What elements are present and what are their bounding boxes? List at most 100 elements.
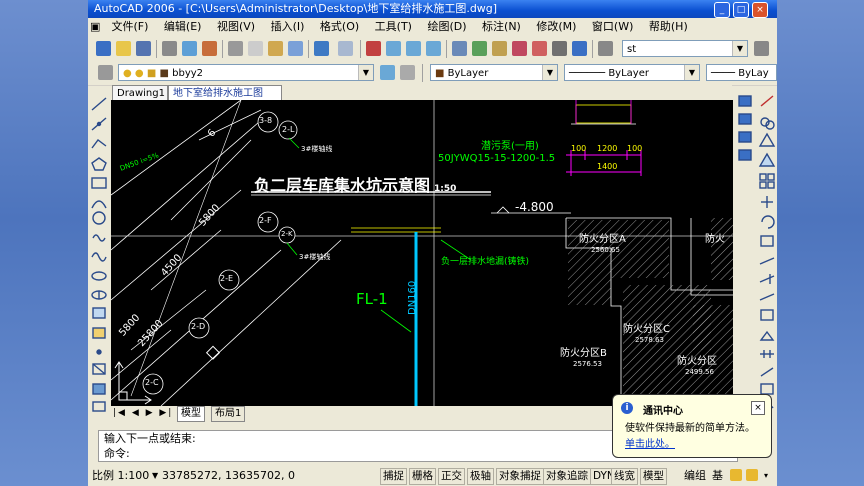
status-bar: 比例 1:100 ▼ 33785272, 13635702, 0 捕捉 栅格 正…: [88, 466, 777, 486]
polar-button[interactable]: 极轴: [467, 468, 494, 485]
tab-nav-arrows[interactable]: |◀ ◀ ▶ ▶|: [113, 406, 173, 420]
design-center-icon[interactable]: [472, 41, 487, 56]
linetype-dropdown[interactable]: ────── ByLayer ▼: [564, 64, 700, 81]
layer-previous-icon[interactable]: [400, 65, 415, 80]
otrack-button[interactable]: 对象追踪: [543, 468, 591, 485]
dim-1400: 1400: [597, 162, 618, 171]
status-menu-icon[interactable]: ▾: [764, 466, 768, 486]
menu-file[interactable]: 文件(F): [106, 18, 155, 36]
elevation-label: -4.800: [515, 200, 554, 214]
communication-center-icon[interactable]: [746, 469, 758, 481]
zone-c-value: 2578.63: [635, 336, 664, 344]
modify-toolbar-2: [756, 92, 777, 414]
drawing-canvas[interactable]: 负二层车库集水坑示意图 1:50 潜污泵(一用) 50JYWQ15-15-1200…: [111, 100, 733, 406]
menu-bar: ▣ 文件(F) 编辑(E) 视图(V) 插入(I) 格式(O) 工具(T) 绘图…: [88, 18, 777, 36]
layer-dropdown[interactable]: ● ● ■ ■ bbyy2 ▼: [118, 64, 374, 81]
dim-1200: 1200: [597, 144, 618, 153]
zone-d-label: 防火分区: [677, 356, 717, 367]
tab-model[interactable]: 模型: [177, 406, 205, 422]
base-label[interactable]: 基: [712, 466, 723, 486]
copy-icon[interactable]: [248, 41, 263, 56]
model-button[interactable]: 模型: [640, 468, 667, 485]
color-dropdown[interactable]: ■ ByLayer ▼: [430, 64, 558, 81]
tab-layout1[interactable]: 布局1: [211, 406, 246, 422]
cut-icon[interactable]: [228, 41, 243, 56]
maximize-button[interactable]: □: [733, 2, 749, 18]
text-style-dropdown[interactable]: st ▼: [622, 40, 748, 57]
menu-modify[interactable]: 修改(M): [530, 18, 582, 36]
layer-manager-icon[interactable]: [98, 65, 113, 80]
lineweight-button[interactable]: 线宽: [611, 468, 638, 485]
zoom-previous-icon[interactable]: [426, 41, 441, 56]
menu-help[interactable]: 帮助(H): [643, 18, 694, 36]
save-icon[interactable]: [136, 41, 151, 56]
close-button[interactable]: ×: [752, 2, 768, 18]
axis-note-1: 3#楼轴线: [301, 145, 333, 153]
pan-icon[interactable]: [366, 41, 381, 56]
properties-icon[interactable]: [452, 41, 467, 56]
coordinate-readout: 33785272, 13635702, 0: [162, 469, 295, 482]
calculator-icon[interactable]: [552, 41, 567, 56]
make-current-layer-icon[interactable]: [380, 65, 395, 80]
osnap-button[interactable]: 对象捕捉: [496, 468, 544, 485]
zone-e-label: 防火: [705, 234, 725, 245]
markup-icon[interactable]: [532, 41, 547, 56]
publish-icon[interactable]: [202, 41, 217, 56]
pipe-label: FL-1: [356, 290, 388, 308]
lock-icon: ■: [146, 68, 157, 79]
menu-edit[interactable]: 编辑(E): [158, 18, 208, 36]
zoom-realtime-icon[interactable]: [386, 41, 401, 56]
menu-tools[interactable]: 工具(T): [369, 18, 418, 36]
lineweight-dropdown[interactable]: ──── ByLay: [706, 64, 777, 81]
grid-button[interactable]: 栅格: [409, 468, 436, 485]
help-icon[interactable]: [572, 41, 587, 56]
dim-style-icon[interactable]: [754, 41, 769, 56]
menu-dimension[interactable]: 标注(N): [476, 18, 527, 36]
dim-100-left: 100: [571, 144, 587, 153]
ortho-button[interactable]: 正交: [438, 468, 465, 485]
window-title: AutoCAD 2006 - [C:\Users\Administrator\D…: [94, 2, 498, 15]
sheet-set-icon[interactable]: [512, 41, 527, 56]
menu-insert[interactable]: 插入(I): [265, 18, 311, 36]
menu-format[interactable]: 格式(O): [314, 18, 365, 36]
redo-icon[interactable]: [338, 41, 353, 56]
group-label[interactable]: 编组: [684, 466, 706, 486]
tool-palettes-icon[interactable]: [492, 41, 507, 56]
layers-toolbar: ● ● ■ ■ bbyy2 ▼ ■ ByLayer ▼ ────── ByLay…: [88, 61, 777, 86]
text-style-icon[interactable]: [598, 41, 613, 56]
modify-tools-icons-2[interactable]: [756, 92, 777, 414]
snap-button[interactable]: 捕捉: [380, 468, 407, 485]
standard-toolbar: st ▼: [88, 37, 777, 62]
dim-100-right: 100: [627, 144, 643, 153]
chevron-down-icon[interactable]: ▼: [152, 466, 158, 486]
doc-icon[interactable]: ▣: [88, 18, 102, 36]
communication-center-balloon: i 通讯中心 × 使软件保持最新的简单方法。 单击此处。: [612, 394, 772, 458]
print-icon[interactable]: [162, 41, 177, 56]
match-properties-icon[interactable]: [288, 41, 303, 56]
menu-draw[interactable]: 绘图(D): [421, 18, 472, 36]
print-preview-icon[interactable]: [182, 41, 197, 56]
draw-tools-icons[interactable]: [88, 92, 110, 414]
zone-d-value: 2499.56: [685, 368, 714, 376]
line-sample: ──────: [569, 68, 609, 79]
menu-window[interactable]: 窗口(W): [586, 18, 639, 36]
close-icon[interactable]: ×: [751, 401, 765, 415]
new-file-icon[interactable]: [96, 41, 111, 56]
axis-2-C: 2-C: [145, 378, 159, 387]
minimize-button[interactable]: _: [714, 2, 730, 18]
balloon-link[interactable]: 单击此处。: [625, 435, 675, 450]
open-file-icon[interactable]: [116, 41, 131, 56]
paste-icon[interactable]: [268, 41, 283, 56]
axis-2-E: 2-E: [220, 274, 234, 283]
axis-2-D: 2-D: [191, 322, 206, 331]
zone-c-label: 防火分区C: [623, 324, 670, 335]
undo-icon[interactable]: [314, 41, 329, 56]
menu-view[interactable]: 视图(V): [211, 18, 261, 36]
pipe-size: DN160: [407, 280, 418, 315]
zoom-window-icon[interactable]: [406, 41, 421, 56]
annotation-scale[interactable]: 比例 1:100: [92, 466, 149, 486]
modify-tools-icons[interactable]: [734, 92, 756, 414]
lock-icon[interactable]: [730, 469, 742, 481]
balloon-title: 通讯中心: [643, 406, 683, 417]
axis-2-L: 2-L: [282, 125, 295, 134]
